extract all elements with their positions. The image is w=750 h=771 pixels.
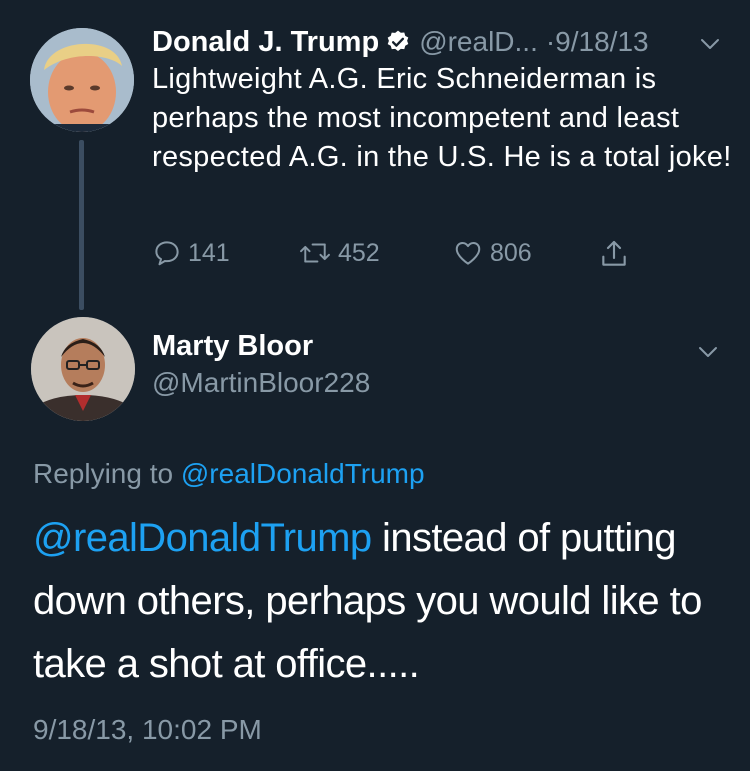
avatar-donald-trump[interactable] <box>30 28 134 132</box>
reply-count: 141 <box>188 238 230 267</box>
replying-to-line: Replying to @realDonaldTrump <box>33 458 425 490</box>
like-count: 806 <box>490 238 532 267</box>
share-button[interactable] <box>598 238 636 270</box>
avatar-marty-image <box>31 317 135 421</box>
tweet-actions: 141 452 806 <box>152 238 652 274</box>
reply-tweet-text: @realDonaldTrump instead of putting down… <box>33 507 733 696</box>
chevron-down-icon[interactable] <box>698 32 722 56</box>
reply-button[interactable]: 141 <box>152 238 230 268</box>
reply-icon <box>155 241 179 266</box>
reply-author-handle[interactable]: @MartinBloor228 <box>152 367 370 399</box>
like-button[interactable]: 806 <box>452 238 532 268</box>
original-tweet-header: Donald J. Trump @realD... ·9/18/13 <box>152 22 730 62</box>
original-tweet-text: Lightweight A.G. Eric Schneiderman is pe… <box>152 63 732 173</box>
avatar-trump-image <box>30 28 134 132</box>
thread-connector-line <box>79 140 84 310</box>
like-icon <box>455 242 481 265</box>
mention-link[interactable]: @realDonaldTrump <box>33 516 372 560</box>
tweet-date[interactable]: ·9/18/13 <box>546 26 649 58</box>
retweet-icon <box>300 243 330 263</box>
share-icon <box>602 240 626 266</box>
retweet-count: 452 <box>338 238 380 267</box>
reply-timestamp[interactable]: 9/18/13, 10:02 PM <box>33 714 262 746</box>
avatar-marty-bloor[interactable] <box>31 317 135 421</box>
author-handle[interactable]: @realD... <box>419 26 538 58</box>
author-name[interactable]: Donald J. Trump <box>152 26 379 59</box>
reply-chevron-down-icon[interactable] <box>696 340 720 364</box>
reply-author-name[interactable]: Marty Bloor <box>152 330 313 363</box>
replying-to-label: Replying to <box>33 458 181 489</box>
retweet-button[interactable]: 452 <box>298 238 380 268</box>
verified-badge-icon <box>387 30 409 51</box>
replying-to-handle-link[interactable]: @realDonaldTrump <box>181 458 425 489</box>
